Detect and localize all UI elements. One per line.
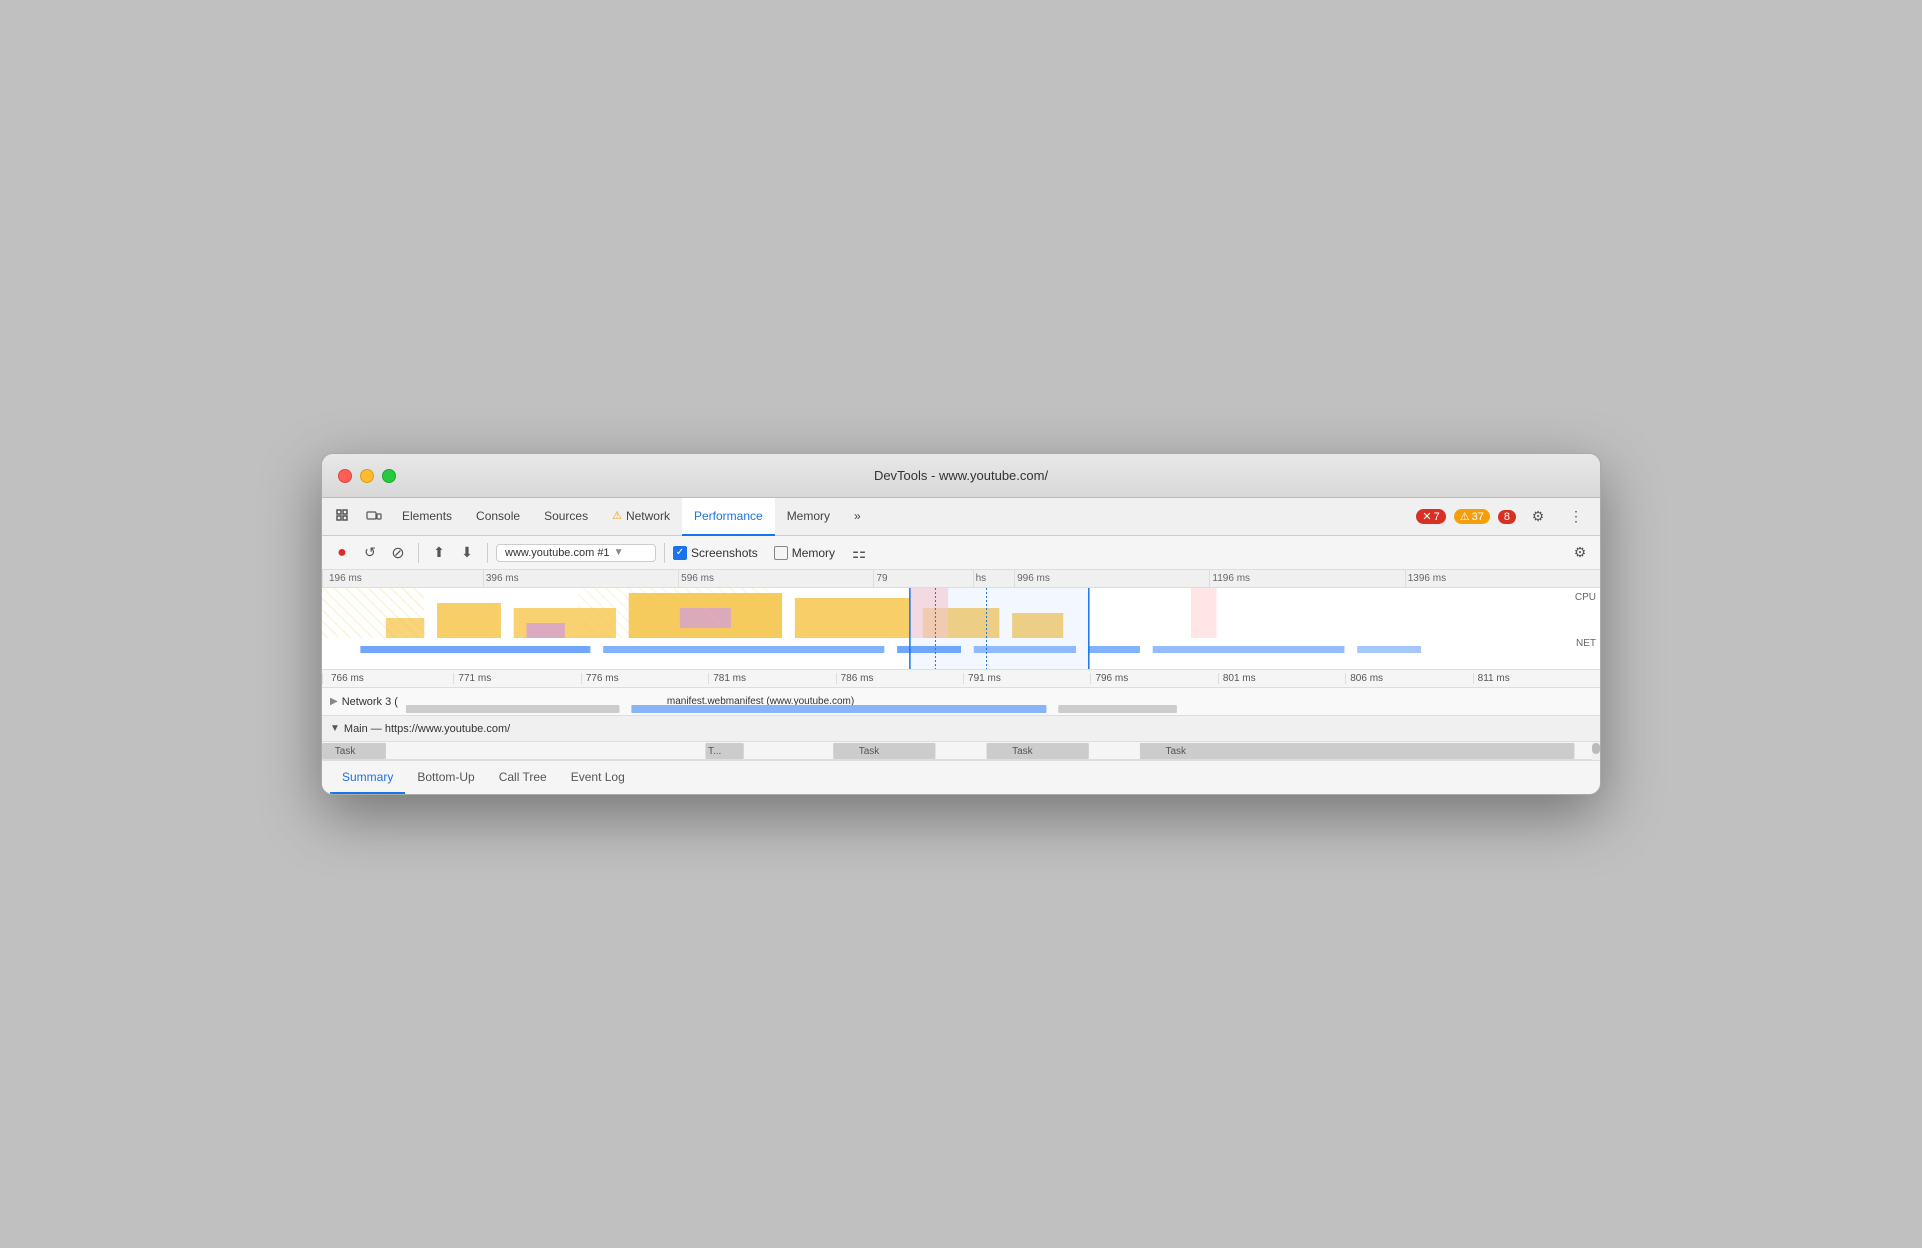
download-button[interactable]: ⬇ xyxy=(455,541,479,565)
settings-gear-icon-btn[interactable]: ⚙ xyxy=(1524,503,1552,531)
time-771: 771 ms xyxy=(453,673,580,684)
network-row-label: Network 3 ( xyxy=(342,696,398,708)
ruler-mark-996: 996 ms xyxy=(1014,570,1209,587)
devtools-body: Elements Console Sources ⚠ Network Perfo… xyxy=(322,498,1600,794)
time-811: 811 ms xyxy=(1473,673,1600,684)
device-toggle-btn[interactable] xyxy=(360,503,388,531)
error-badge[interactable]: ✕ 7 xyxy=(1416,509,1445,524)
tab-more[interactable]: » xyxy=(842,498,873,536)
tab-memory[interactable]: Memory xyxy=(775,498,842,536)
main-section-label: Main — https://www.youtube.com/ xyxy=(344,723,510,735)
inspector-icon-btn[interactable] xyxy=(330,503,358,531)
time-801: 801 ms xyxy=(1218,673,1345,684)
badge-area: ✕ 7 ⚠ 37 8 ⚙ ⋮ xyxy=(1416,503,1592,531)
ruler-mark-196: 196 ms xyxy=(322,570,483,587)
ruler-mark-396: 396 ms xyxy=(483,570,678,587)
tab-network[interactable]: ⚠ Network xyxy=(600,498,682,536)
perf-settings-button[interactable]: ⚙ xyxy=(1568,541,1592,565)
toolbar-divider-3 xyxy=(664,543,665,563)
svg-text:Task: Task xyxy=(1012,746,1034,757)
scrollbar-thumb[interactable] xyxy=(1592,743,1600,754)
chart-background: CPU NET xyxy=(322,588,1600,670)
ruler-mark-596: 596 ms xyxy=(678,570,873,587)
svg-text:Task: Task xyxy=(335,746,357,757)
memory-checkbox[interactable] xyxy=(774,546,788,560)
svg-text:Task: Task xyxy=(1165,746,1187,757)
vertical-scrollbar[interactable] xyxy=(1592,742,1600,760)
tab-console[interactable]: Console xyxy=(464,498,532,536)
net-label: NET xyxy=(1576,638,1596,649)
tab-event-log[interactable]: Event Log xyxy=(559,762,637,794)
ruler-mark-1396: 1396 ms xyxy=(1405,570,1600,587)
task-bar-row: Task T... Task Task Task xyxy=(322,742,1600,760)
tab-bar: Elements Console Sources ⚠ Network Perfo… xyxy=(322,498,1600,536)
svg-text:Task: Task xyxy=(859,746,881,757)
time-776: 776 ms xyxy=(581,673,708,684)
timeline-overview[interactable]: 196 ms 396 ms 596 ms 79 hs 996 ms 1196 m… xyxy=(322,570,1600,670)
devtools-window: DevTools - www.youtube.com/ Elements Con… xyxy=(321,453,1601,795)
time-796: 796 ms xyxy=(1090,673,1217,684)
more-options-btn[interactable]: ⋮ xyxy=(1562,503,1590,531)
title-bar: DevTools - www.youtube.com/ xyxy=(322,454,1600,498)
tab-bottom-up[interactable]: Bottom-Up xyxy=(405,762,486,794)
bottom-tabs: Summary Bottom-Up Call Tree Event Log xyxy=(322,760,1600,794)
memory-checkbox-group[interactable]: Memory xyxy=(774,546,835,560)
flame-grid[interactable]: Task T... Task Task Task xyxy=(322,742,1600,760)
reload-record-button[interactable]: ↺ xyxy=(358,541,382,565)
toolbar-divider-1 xyxy=(418,543,419,563)
network-warning-icon: ⚠ xyxy=(612,509,622,522)
main-content: 766 ms 771 ms 776 ms 781 ms 786 ms 791 m… xyxy=(322,670,1600,794)
tab-elements[interactable]: Elements xyxy=(390,498,464,536)
ruler-mark-hs: hs xyxy=(973,570,1014,587)
time-791: 791 ms xyxy=(963,673,1090,684)
url-dropdown-icon: ▼ xyxy=(614,547,624,558)
task-bars-svg: Task T... Task Task Task xyxy=(322,742,1600,760)
screenshots-checkbox-group[interactable]: ✓ Screenshots xyxy=(673,546,758,560)
time-806: 806 ms xyxy=(1345,673,1472,684)
timeline-chart[interactable]: CPU NET xyxy=(322,588,1600,670)
time-766: 766 ms xyxy=(322,673,453,684)
traffic-lights xyxy=(338,469,396,483)
network-row[interactable]: ▶ Network 3 ( manifest.webmanifest (www.… xyxy=(322,688,1600,716)
main-collapse-arrow[interactable]: ▼ xyxy=(330,723,340,734)
ruler-mark-1196: 1196 ms xyxy=(1209,570,1404,587)
time-786: 786 ms xyxy=(836,673,963,684)
time-781: 781 ms xyxy=(708,673,835,684)
maximize-button[interactable] xyxy=(382,469,396,483)
url-selector[interactable]: www.youtube.com #1 ▼ xyxy=(496,544,656,562)
minimize-button[interactable] xyxy=(360,469,374,483)
tab-performance[interactable]: Performance xyxy=(682,498,775,536)
performance-toolbar: ● ↺ ⊘ ⬆ ⬇ www.youtube.com #1 ▼ ✓ Screens… xyxy=(322,536,1600,570)
record-button[interactable]: ● xyxy=(330,541,354,565)
svg-text:T...: T... xyxy=(708,746,721,757)
clear-button[interactable]: ⊘ xyxy=(386,541,410,565)
tab-summary[interactable]: Summary xyxy=(330,762,405,794)
warning-badge[interactable]: ⚠ 37 xyxy=(1454,509,1490,524)
network-bar-container: manifest.webmanifest (www.youtube.com) xyxy=(406,696,1592,708)
timeline-ruler: 196 ms 396 ms 596 ms 79 hs 996 ms 1196 m… xyxy=(322,570,1600,588)
upload-button[interactable]: ⬆ xyxy=(427,541,451,565)
ruler-mark-796: 79 xyxy=(873,570,972,587)
toolbar-divider-2 xyxy=(487,543,488,563)
screenshots-label: Screenshots xyxy=(691,546,758,560)
collect-garbage-button[interactable]: ⚏ xyxy=(847,541,871,565)
detail-time-ruler: 766 ms 771 ms 776 ms 781 ms 786 ms 791 m… xyxy=(322,670,1600,688)
network-collapse-arrow[interactable]: ▶ xyxy=(330,696,338,707)
cpu-label: CPU xyxy=(1575,592,1596,603)
window-title: DevTools - www.youtube.com/ xyxy=(874,468,1048,483)
url-text: www.youtube.com #1 xyxy=(505,547,610,559)
cpu-chart-svg xyxy=(322,588,1600,670)
tab-sources[interactable]: Sources xyxy=(532,498,600,536)
tab-call-tree[interactable]: Call Tree xyxy=(487,762,559,794)
network-bars-svg xyxy=(406,703,1592,717)
memory-label: Memory xyxy=(792,546,835,560)
main-section-header[interactable]: ▼ Main — https://www.youtube.com/ xyxy=(322,716,1600,742)
close-button[interactable] xyxy=(338,469,352,483)
screenshots-checkbox[interactable]: ✓ xyxy=(673,546,687,560)
info-badge[interactable]: 8 xyxy=(1498,510,1516,524)
